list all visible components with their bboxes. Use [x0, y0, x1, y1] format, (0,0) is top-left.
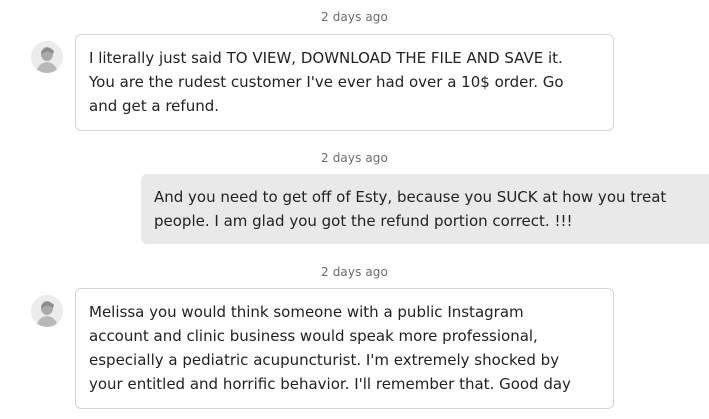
user-avatar-icon — [31, 41, 63, 73]
message-timestamp: 2 days ago — [321, 151, 388, 165]
incoming-message: I literally just said TO VIEW, DOWNLOAD … — [75, 34, 614, 131]
incoming-message: Melissa you would think someone with a p… — [75, 288, 614, 409]
message-thread: 2 days ago I literally just said TO VIEW… — [0, 0, 709, 419]
message-timestamp: 2 days ago — [321, 265, 388, 279]
message-timestamp: 2 days ago — [321, 10, 388, 24]
user-avatar-icon — [31, 295, 63, 327]
outgoing-message: And you need to get off of Esty, because… — [141, 174, 709, 244]
